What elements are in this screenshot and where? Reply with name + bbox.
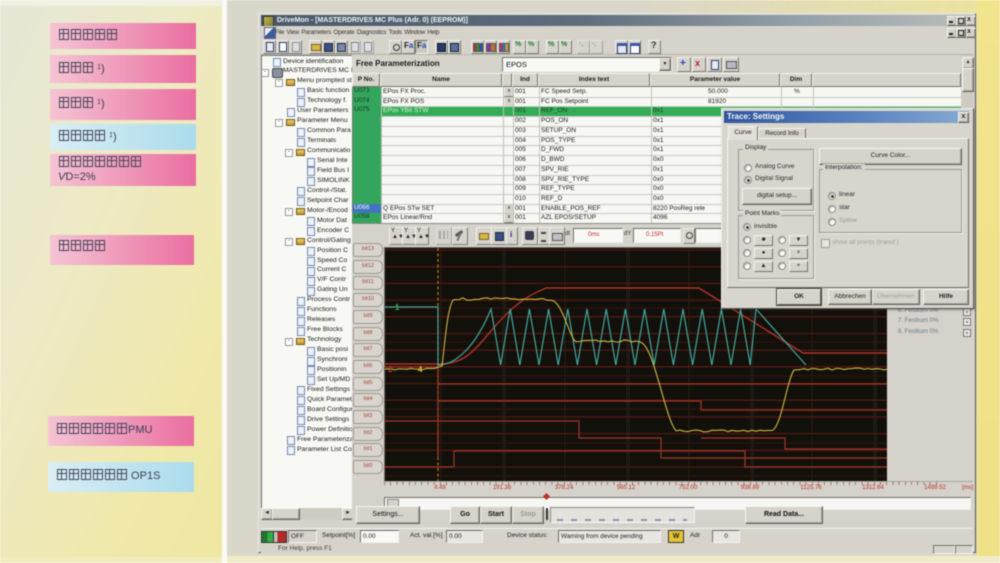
svg-text:2: 2 xyxy=(388,365,393,374)
svg-text:1: 1 xyxy=(395,303,400,312)
svg-text:4: 4 xyxy=(418,365,423,374)
